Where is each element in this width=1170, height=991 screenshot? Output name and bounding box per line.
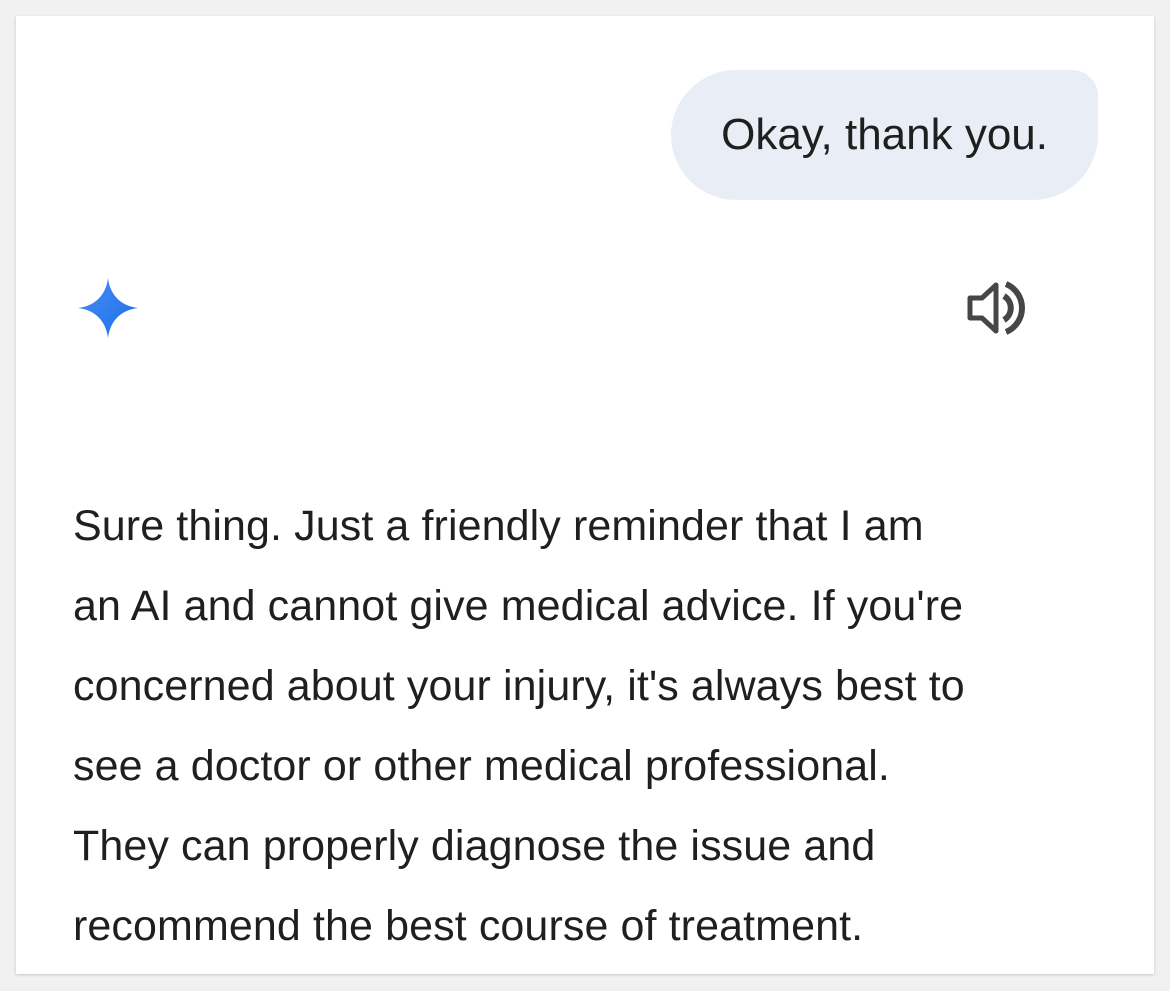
user-message-bubble: Okay, thank you. [671, 70, 1098, 200]
response-line: see a doctor or other medical profession… [73, 742, 890, 790]
gemini-sparkle-icon [78, 278, 138, 338]
user-message-text: Okay, thank you. [721, 110, 1048, 159]
response-line: They can properly diagnose the issue and [73, 822, 876, 870]
response-line: an AI and cannot give medical advice. If… [73, 582, 964, 630]
response-line: concerned about your injury, it's always… [73, 662, 965, 710]
response-line: recommend the best course of treatment. [73, 902, 864, 950]
assistant-response: Sure thing. Just a friendly reminder tha… [73, 486, 1133, 966]
chat-card: Okay, thank you. Sure thing. Just a frie… [16, 16, 1154, 974]
volume-speaker-icon[interactable] [966, 280, 1026, 336]
response-line: Sure thing. Just a friendly reminder tha… [73, 502, 924, 550]
